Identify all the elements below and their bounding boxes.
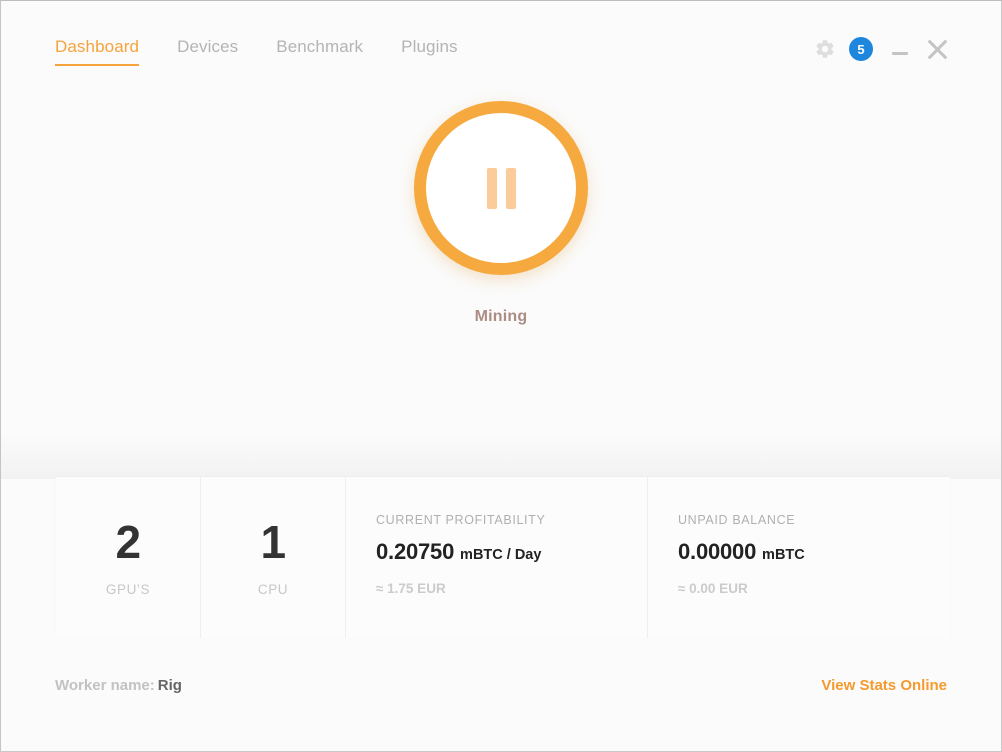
profitability-value: 0.20750 xyxy=(376,539,455,564)
worker-name-row: Worker name: Rig xyxy=(55,677,182,694)
settings-button[interactable] xyxy=(809,34,841,64)
tab-dashboard-label: Dashboard xyxy=(55,37,140,56)
close-icon xyxy=(926,38,948,60)
gpu-count-value: 2 xyxy=(115,515,141,568)
gpu-count-label: GPU’S xyxy=(105,581,151,597)
app-window: Dashboard Devices Benchmark Plugins 5 Mi… xyxy=(0,0,1002,752)
tab-devices[interactable]: Devices xyxy=(177,37,238,66)
gear-icon xyxy=(816,40,834,58)
window-controls: 5 xyxy=(809,34,955,64)
cpu-count-value: 1 xyxy=(260,515,286,568)
mining-status-label: Mining xyxy=(474,308,528,325)
mining-section: Mining xyxy=(1,101,1001,371)
worker-name-value: Rig xyxy=(157,677,182,694)
stat-current-profitability: CURRENT PROFITABILITY 0.20750 mBTC / Day… xyxy=(346,477,648,638)
stat-unpaid-balance: UNPAID BALANCE 0.00000 mBTC ≈ 0.00 EUR xyxy=(648,477,950,638)
notification-badge: 5 xyxy=(849,37,873,61)
tab-dashboard[interactable]: Dashboard xyxy=(55,37,140,66)
close-button[interactable] xyxy=(919,34,955,64)
profitability-fiat: ≈ 1.75 EUR xyxy=(376,581,446,596)
stat-cpus: 1 CPU xyxy=(201,477,346,638)
profitability-unit: mBTC / Day xyxy=(460,547,542,563)
profitability-value-row: 0.20750 mBTC / Day xyxy=(376,541,647,563)
pause-icon xyxy=(486,167,516,209)
notifications-button[interactable]: 5 xyxy=(841,34,881,64)
worker-name-label: Worker name: xyxy=(55,677,155,694)
stat-gpus: 2 GPU’S xyxy=(56,477,201,638)
main-tabs: Dashboard Devices Benchmark Plugins xyxy=(55,37,458,66)
stats-panel: 2 GPU’S 1 CPU CURRENT PROFITABILITY 0.20… xyxy=(56,477,950,638)
balance-fiat: ≈ 0.00 EUR xyxy=(678,581,748,596)
footer: Worker name: Rig View Stats Online xyxy=(1,661,1001,731)
profitability-title: CURRENT PROFITABILITY xyxy=(376,513,546,527)
title-bar: Dashboard Devices Benchmark Plugins 5 xyxy=(1,1,1001,89)
mining-toggle-button[interactable] xyxy=(414,101,588,275)
stats-shadow xyxy=(1,431,1001,479)
tab-benchmark[interactable]: Benchmark xyxy=(276,37,363,66)
cpu-count-label: CPU xyxy=(257,581,289,597)
view-stats-online-link[interactable]: View Stats Online xyxy=(821,677,947,694)
balance-unit: mBTC xyxy=(762,547,805,563)
tab-plugins[interactable]: Plugins xyxy=(401,37,457,66)
balance-value-row: 0.00000 mBTC xyxy=(678,541,950,563)
tab-plugins-label: Plugins xyxy=(401,37,458,56)
minimize-icon xyxy=(892,51,908,55)
tab-devices-label: Devices xyxy=(177,37,239,56)
tab-benchmark-label: Benchmark xyxy=(276,37,364,56)
balance-title: UNPAID BALANCE xyxy=(678,513,796,527)
balance-value: 0.00000 xyxy=(678,539,757,564)
minimize-button[interactable] xyxy=(881,34,919,64)
